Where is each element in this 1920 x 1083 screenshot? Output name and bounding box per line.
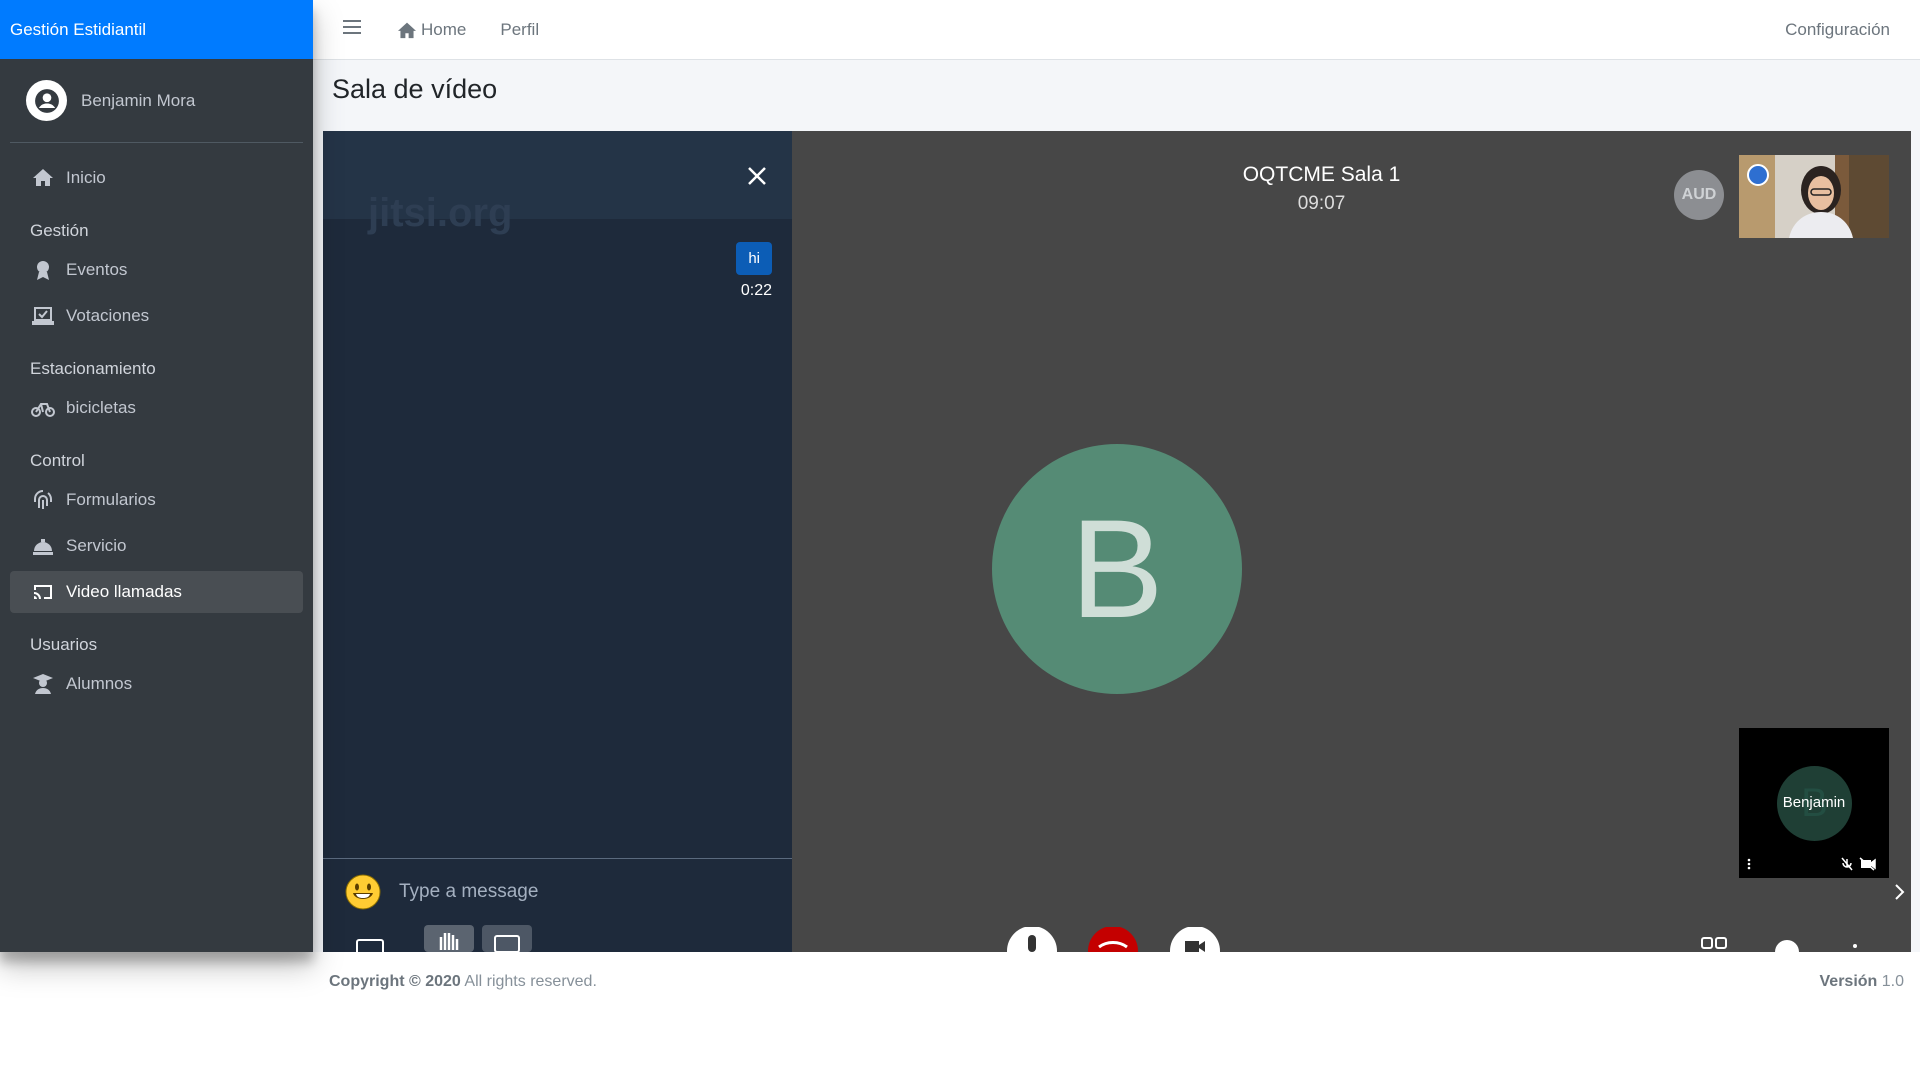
close-icon[interactable]: [746, 165, 768, 187]
user-panel[interactable]: Benjamin Mora: [10, 59, 303, 143]
remote-participant-thumbnail[interactable]: [1739, 155, 1889, 238]
sidebar-nav: Inicio Gestión Eventos Votaciones Estaci…: [0, 143, 313, 705]
bicycle-icon: [30, 395, 56, 421]
content-wrapper: Sala de vídeo jitsi.org hi 0:22 Type a m…: [313, 60, 1920, 952]
version-text: Versión 1.0: [1820, 973, 1905, 991]
user-name[interactable]: Benjamin Mora: [81, 91, 195, 111]
sidebar-item-label: Votaciones: [66, 306, 150, 325]
video-conference-frame[interactable]: jitsi.org hi 0:22 Type a message OQTCME …: [323, 131, 1911, 952]
local-participant-thumbnail[interactable]: B Benjamin: [1739, 728, 1889, 878]
sidebar-item-bicicletas[interactable]: bicicletas: [10, 387, 303, 429]
copyright-bold: Copyright © 2020: [329, 973, 461, 990]
chat-message-bubble: hi: [736, 242, 772, 275]
copyright-rest: All rights reserved.: [460, 973, 597, 990]
sidebar-item-label: Video llamadas: [66, 582, 182, 601]
sidebar-item-label: Eventos: [66, 260, 128, 279]
chat-input-bar: Type a message: [323, 858, 792, 925]
version-value: 1.0: [1877, 973, 1904, 990]
user-avatar-icon: [26, 80, 67, 121]
award-icon: [30, 257, 56, 283]
chat-header: jitsi.org: [323, 131, 792, 235]
nav-link-home[interactable]: Home: [397, 20, 466, 40]
page-title: Sala de vídeo: [332, 74, 498, 104]
nav-header-usuarios: Usuarios: [30, 635, 98, 654]
jitsi-watermark: jitsi.org: [368, 191, 513, 235]
copyright-text: Copyright © 2020 All rights reserved.: [329, 973, 597, 991]
chevron-right-icon[interactable]: [1893, 883, 1907, 901]
sidebar-item-label: bicicletas: [66, 398, 136, 417]
user-graduate-icon: [30, 671, 56, 697]
sidebar-item-eventos[interactable]: Eventos: [10, 249, 303, 291]
conference-toolbar: [1007, 927, 1857, 952]
sidebar-item-label: Alumnos: [66, 674, 133, 693]
sidebar-item-label: Inicio: [66, 168, 106, 187]
sidebar-item-alumnos[interactable]: Alumnos: [10, 663, 303, 705]
home-icon: [30, 165, 56, 191]
vote-icon: [30, 303, 56, 329]
nav-link-perfil[interactable]: Perfil: [500, 20, 539, 40]
top-navbar: Home Perfil Configuración: [313, 0, 1920, 60]
nav-link-home-label: Home: [421, 19, 467, 39]
sidebar-item-label: Formularios: [66, 490, 156, 509]
nav-header-gestion: Gestión: [30, 221, 89, 240]
cast-icon: [30, 579, 56, 605]
sidebar-item-inicio[interactable]: Inicio: [10, 157, 303, 199]
nav-header-control: Control: [30, 451, 85, 470]
chat-panel: jitsi.org hi 0:22 Type a message: [323, 131, 792, 952]
participant-avatar: B: [992, 444, 1242, 694]
nav-header-estacionamiento: Estacionamiento: [30, 359, 156, 378]
menu-toggle-icon[interactable]: [343, 19, 363, 40]
sidebar: Gestión Estidiantil Benjamin Mora Inicio…: [0, 0, 313, 952]
concierge-bell-icon: [30, 533, 56, 559]
fingerprint-icon: [30, 487, 56, 513]
local-display-name: Benjamin: [1782, 794, 1846, 811]
sidebar-item-votaciones[interactable]: Votaciones: [10, 295, 303, 337]
brand-link[interactable]: Gestión Estidiantil: [0, 0, 313, 59]
main-footer: Copyright © 2020 All rights reserved. Ve…: [313, 952, 1920, 1012]
audio-only-badge: AUD: [1674, 170, 1724, 220]
sidebar-item-label: Servicio: [66, 536, 127, 555]
home-icon: [398, 22, 416, 38]
emoji-icon[interactable]: [345, 874, 381, 910]
local-status-icons: [1747, 857, 1876, 871]
nav-link-configuracion[interactable]: Configuración: [1785, 20, 1890, 40]
sidebar-item-servicio[interactable]: Servicio: [10, 525, 303, 567]
sidebar-item-video-llamadas[interactable]: Video llamadas: [10, 571, 303, 613]
sidebar-item-formularios[interactable]: Formularios: [10, 479, 303, 521]
chat-message-time: 0:22: [740, 282, 772, 299]
chat-message-input[interactable]: Type a message: [399, 881, 538, 903]
version-label: Versión: [1819, 973, 1878, 990]
